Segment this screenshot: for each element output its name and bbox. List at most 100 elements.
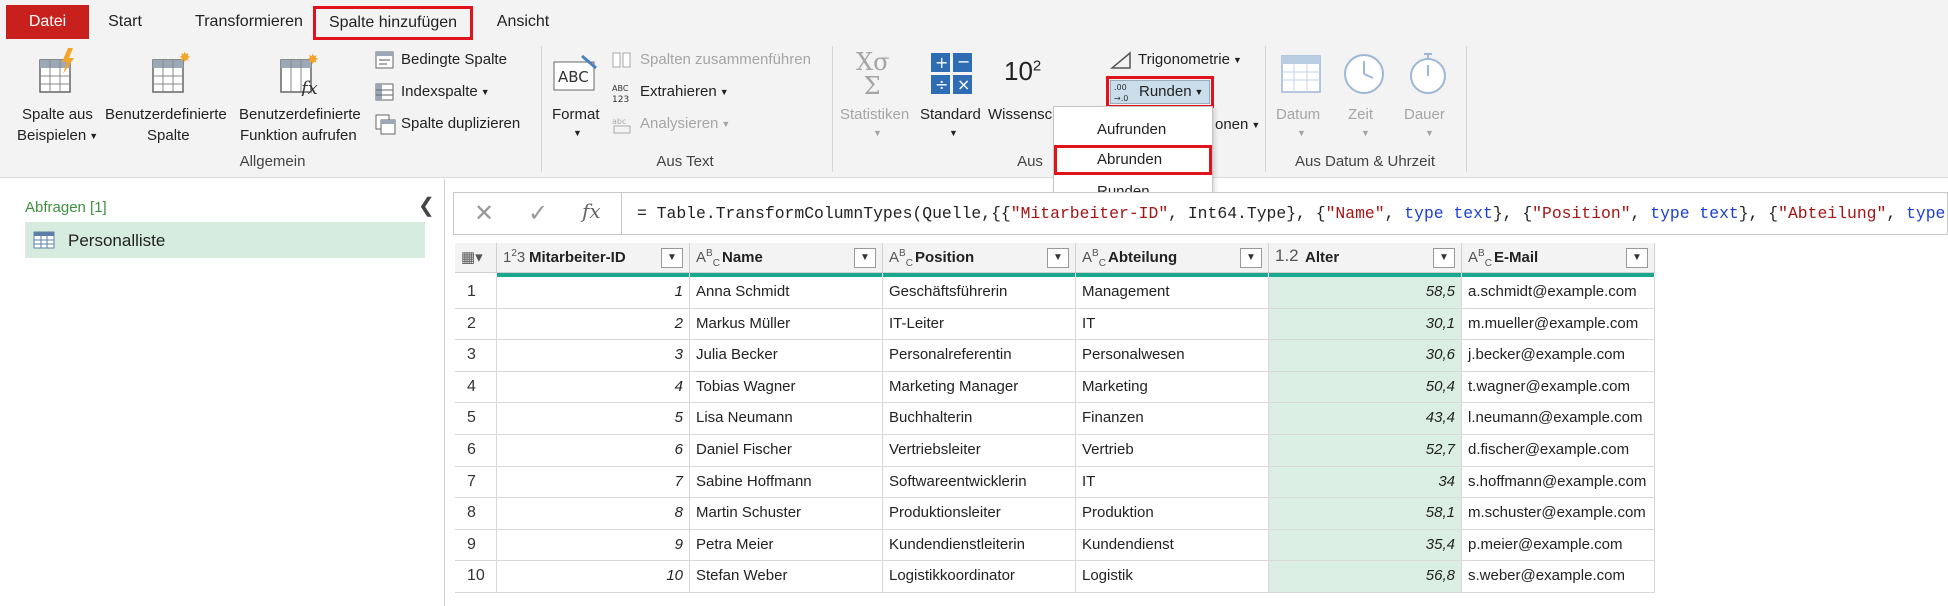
table-cell[interactable]: Logistikkoordinator	[883, 561, 1076, 593]
menu-item-aufrunden[interactable]: Aufrunden	[1054, 115, 1212, 145]
tab-ansicht[interactable]: Ansicht	[488, 4, 558, 40]
row-number[interactable]: 6	[455, 435, 497, 467]
row-number[interactable]: 7	[455, 466, 497, 499]
extrahieren-button[interactable]: ABC 123 Extrahieren ▼	[612, 82, 762, 104]
table-cell[interactable]: 52,7	[1269, 435, 1462, 467]
table-cell[interactable]: m.mueller@example.com	[1462, 308, 1655, 341]
tab-spalte-hinzufuegen[interactable]: Spalte hinzufügen	[313, 6, 473, 40]
spalte-duplizieren-button[interactable]: Spalte duplizieren	[375, 114, 535, 136]
column-filter-dropdown[interactable]: ▼	[1047, 248, 1069, 268]
table-cell[interactable]: Sabine Hoffmann	[690, 466, 883, 499]
table-cell[interactable]: Softwareentwicklerin	[883, 466, 1076, 499]
column-header[interactable]: 1.2 Alter ▼	[1269, 243, 1462, 273]
analysieren-button[interactable]: abc Analysieren ▼	[612, 114, 762, 136]
row-number[interactable]: 8	[455, 498, 497, 530]
table-cell[interactable]: 7	[497, 466, 690, 499]
table-cell[interactable]: 5	[497, 403, 690, 435]
table-cell[interactable]: 9	[497, 529, 690, 562]
table-cell[interactable]: Martin Schuster	[690, 498, 883, 530]
table-cell[interactable]: j.becker@example.com	[1462, 340, 1655, 372]
table-cell[interactable]: 58,1	[1269, 498, 1462, 530]
query-item[interactable]: Personalliste	[25, 222, 425, 258]
column-header[interactable]: ABC E-Mail ▼	[1462, 243, 1655, 273]
table-cell[interactable]: IT	[1076, 308, 1269, 341]
row-number[interactable]: 2	[455, 308, 497, 341]
table-cell[interactable]: s.weber@example.com	[1462, 561, 1655, 593]
table-cell[interactable]: Finanzen	[1076, 403, 1269, 435]
table-cell[interactable]: t.wagner@example.com	[1462, 371, 1655, 404]
table-cell[interactable]: Vertriebsleiter	[883, 435, 1076, 467]
column-filter-dropdown[interactable]: ▼	[854, 248, 876, 268]
table-cell[interactable]: Personalreferentin	[883, 340, 1076, 372]
table-cell[interactable]: Kundendienst	[1076, 529, 1269, 562]
table-cell[interactable]: Stefan Weber	[690, 561, 883, 593]
table-cell[interactable]: 10	[497, 561, 690, 593]
table-cell[interactable]: Personalwesen	[1076, 340, 1269, 372]
tab-transformieren[interactable]: Transformieren	[168, 4, 330, 40]
column-header[interactable]: ABC Abteilung ▼	[1076, 243, 1269, 273]
column-type-icon[interactable]: 123	[503, 248, 525, 266]
table-cell[interactable]: 1	[497, 277, 690, 309]
table-cell[interactable]: 50,4	[1269, 371, 1462, 404]
tab-datei[interactable]: Datei	[6, 5, 89, 39]
table-corner-menu[interactable]: ▦▾	[455, 243, 497, 273]
table-cell[interactable]: Daniel Fischer	[690, 435, 883, 467]
trigonometrie-button[interactable]: Trigonometrie ▼	[1110, 50, 1260, 72]
table-cell[interactable]: Lisa Neumann	[690, 403, 883, 435]
table-cell[interactable]: Management	[1076, 277, 1269, 309]
table-cell[interactable]: 30,1	[1269, 308, 1462, 341]
dauer-button[interactable]: Dauer ▼	[1396, 44, 1456, 154]
datum-button[interactable]: Datum ▼	[1272, 44, 1330, 154]
table-cell[interactable]: 4	[497, 371, 690, 404]
table-menu-icon[interactable]: ▦▾	[461, 248, 483, 266]
table-cell[interactable]: l.neumann@example.com	[1462, 403, 1655, 435]
check-icon[interactable]: ✓	[528, 199, 548, 228]
informationen-label-partial[interactable]: onen ▼	[1215, 116, 1260, 133]
indexspalte-button[interactable]: Indexspalte ▼	[375, 82, 515, 104]
benutzerdefinierte-funktion-button[interactable]: ✸ fx Benutzerdefinierte Funktion aufrufe…	[237, 44, 372, 154]
table-cell[interactable]: Markus Müller	[690, 308, 883, 341]
row-number[interactable]: 1	[455, 277, 497, 309]
row-number[interactable]: 10	[455, 561, 497, 593]
statistiken-button[interactable]: Χσ Σ Statistiken ▼	[838, 44, 916, 154]
cancel-icon[interactable]: ✕	[474, 199, 494, 228]
wissenschaftlich-button[interactable]: 102 Wissensc	[988, 44, 1056, 154]
column-type-icon[interactable]: ABC	[889, 248, 913, 269]
menu-item-abrunden[interactable]: Abrunden	[1054, 145, 1212, 175]
table-cell[interactable]: IT-Leiter	[883, 308, 1076, 341]
table-cell[interactable]: Anna Schmidt	[690, 277, 883, 309]
table-cell[interactable]: 30,6	[1269, 340, 1462, 372]
tab-start[interactable]: Start	[99, 4, 151, 40]
table-cell[interactable]: 8	[497, 498, 690, 530]
column-filter-dropdown[interactable]: ▼	[1433, 248, 1455, 268]
table-cell[interactable]: 3	[497, 340, 690, 372]
benutzerdefinierte-spalte-button[interactable]: ✸ Benutzerdefinierte Spalte	[105, 44, 235, 154]
table-cell[interactable]: 58,5	[1269, 277, 1462, 309]
table-cell[interactable]: Marketing	[1076, 371, 1269, 404]
table-cell[interactable]: p.meier@example.com	[1462, 529, 1655, 562]
table-cell[interactable]: 43,4	[1269, 403, 1462, 435]
function-fx-icon[interactable]: fx	[582, 199, 601, 223]
table-cell[interactable]: Produktion	[1076, 498, 1269, 530]
table-cell[interactable]: Julia Becker	[690, 340, 883, 372]
zeit-button[interactable]: Zeit ▼	[1338, 44, 1388, 154]
formula-input[interactable]: = Table.TransformColumnTypes(Quelle,{{"M…	[637, 204, 1945, 223]
row-number[interactable]: 9	[455, 529, 497, 562]
runden-button[interactable]: .00 →.0 Runden ▼	[1106, 76, 1214, 108]
format-button[interactable]: ABC Format ▼	[548, 44, 606, 154]
table-cell[interactable]: Produktionsleiter	[883, 498, 1076, 530]
table-cell[interactable]: Vertrieb	[1076, 435, 1269, 467]
table-cell[interactable]: Kundendienstleiterin	[883, 529, 1076, 562]
column-type-icon[interactable]: ABC	[696, 248, 720, 269]
table-cell[interactable]: Tobias Wagner	[690, 371, 883, 404]
table-cell[interactable]: Marketing Manager	[883, 371, 1076, 404]
column-header[interactable]: ABC Name ▼	[690, 243, 883, 273]
table-cell[interactable]: 35,4	[1269, 529, 1462, 562]
column-type-icon[interactable]: ABC	[1468, 248, 1492, 269]
table-cell[interactable]: 2	[497, 308, 690, 341]
column-filter-dropdown[interactable]: ▼	[1626, 248, 1648, 268]
column-header[interactable]: 123 Mitarbeiter-ID ▼	[497, 243, 690, 273]
table-cell[interactable]: Logistik	[1076, 561, 1269, 593]
table-cell[interactable]: a.schmidt@example.com	[1462, 277, 1655, 309]
collapse-icon[interactable]: ❮	[418, 193, 435, 218]
